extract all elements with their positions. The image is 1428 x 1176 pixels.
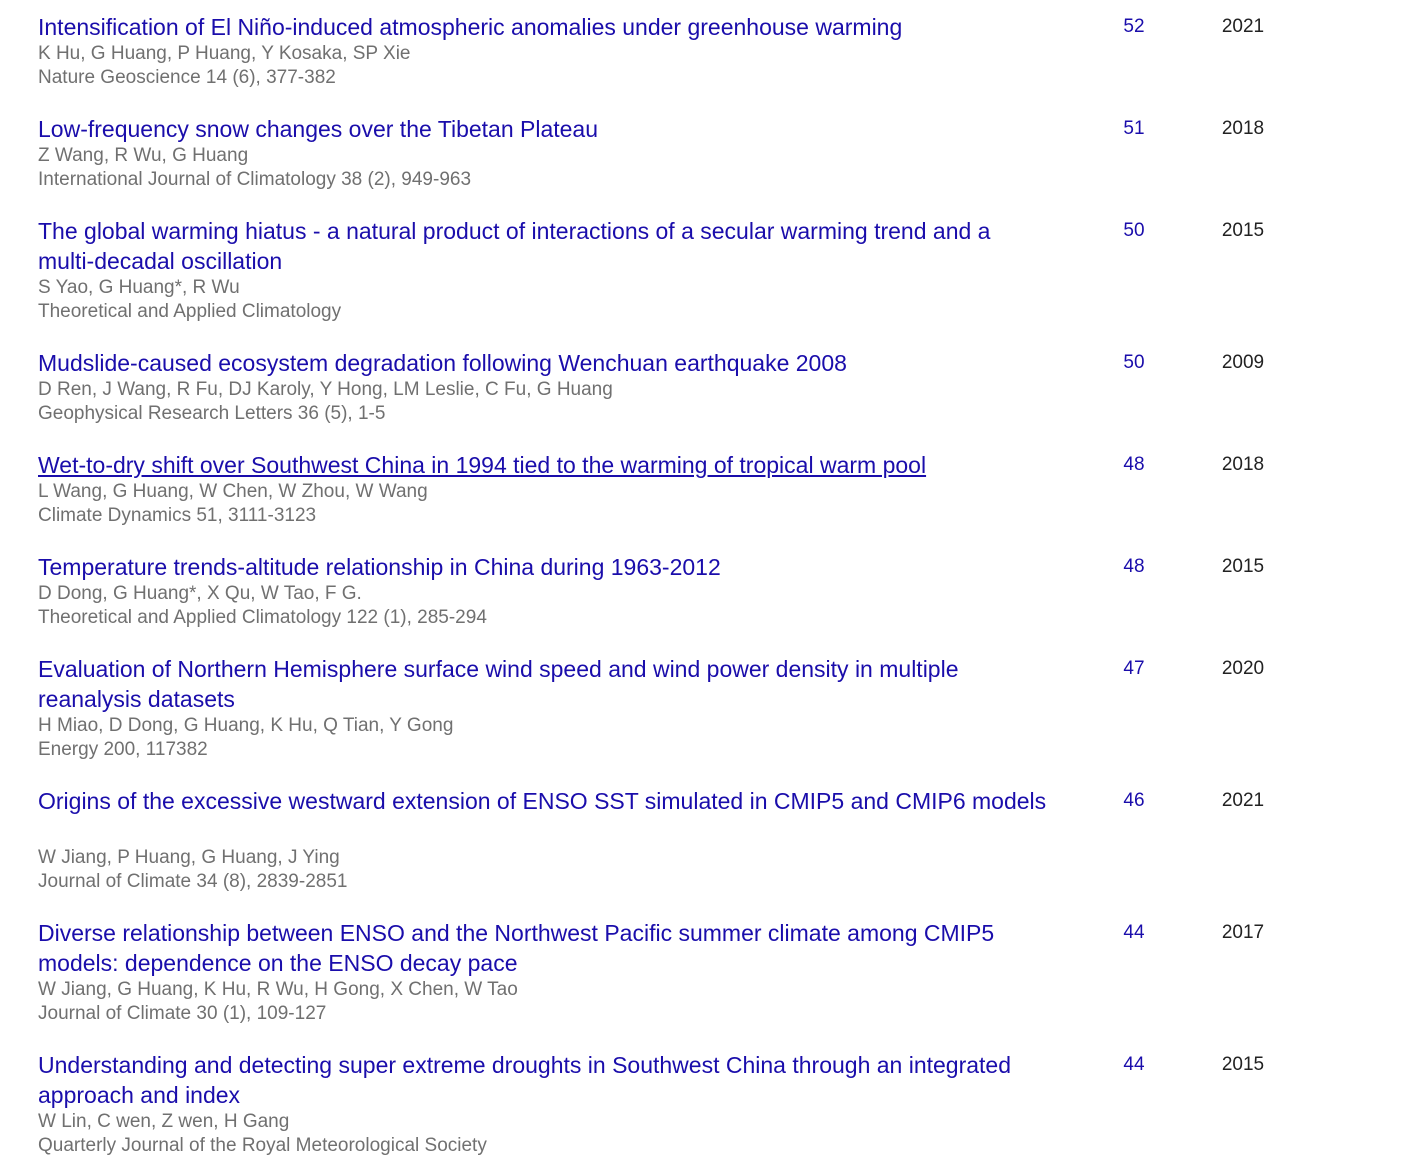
article-title-link[interactable]: Wet-to-dry shift over Southwest China in… [38,450,1048,480]
article-venue: Quarterly Journal of the Royal Meteorolo… [38,1135,487,1156]
article-year: 2015 [1221,1054,1265,1075]
article-year: 2018 [1221,454,1265,475]
article-year: 2015 [1221,220,1265,241]
article-venue: Theoretical and Applied Climatology 122 … [38,607,487,628]
article-venue: Theoretical and Applied Climatology [38,301,342,322]
article-authors: D Dong, G Huang*, X Qu, W Tao, F G. [38,583,362,604]
article-authors: H Miao, D Dong, G Huang, K Hu, Q Tian, Y… [38,715,454,736]
article-title-link[interactable]: The global warming hiatus - a natural pr… [38,216,1048,276]
article-venue: International Journal of Climatology 38 … [38,169,472,190]
publication-list: Intensification of El Niño-induced atmos… [0,0,1428,1176]
cited-by-count-link[interactable]: 48 [1100,552,1168,582]
cited-by-count-link[interactable]: 46 [1100,786,1168,816]
article-venue: Climate Dynamics 51, 3111-3123 [38,505,317,526]
cited-by-count-link[interactable]: 48 [1100,450,1168,480]
article-authors: Z Wang, R Wu, G Huang [38,145,249,166]
article-year: 2021 [1221,16,1265,37]
article-authors: K Hu, G Huang, P Huang, Y Kosaka, SP Xie [38,43,411,64]
article-year: 2018 [1221,118,1265,139]
article-title-link[interactable]: Temperature trends-altitude relationship… [38,552,1048,582]
article-authors: W Jiang, G Huang, K Hu, R Wu, H Gong, X … [38,979,518,1000]
cited-by-count-link[interactable]: 51 [1100,114,1168,144]
article-year: 2015 [1221,556,1265,577]
article-title-link[interactable]: Understanding and detecting super extrem… [38,1050,1048,1110]
article-venue: Journal of Climate 34 (8), 2839-2851 [38,871,348,892]
article-title-link[interactable]: Low-frequency snow changes over the Tibe… [38,114,1048,144]
article-authors: W Jiang, P Huang, G Huang, J Ying [38,847,340,868]
article-title-link[interactable]: Origins of the excessive westward extens… [38,786,1048,816]
cited-by-count-link[interactable]: 44 [1100,918,1168,948]
cited-by-count-link[interactable]: 44 [1100,1050,1168,1080]
cited-by-count-link[interactable]: 50 [1100,216,1168,246]
article-venue: Nature Geoscience 14 (6), 377-382 [38,67,336,88]
article-venue: Energy 200, 117382 [38,739,208,760]
article-authors: S Yao, G Huang*, R Wu [38,277,240,298]
cited-by-count-link[interactable]: 47 [1100,654,1168,684]
article-year: 2009 [1221,352,1265,373]
article-year: 2017 [1221,922,1265,943]
article-authors: L Wang, G Huang, W Chen, W Zhou, W Wang [38,481,428,502]
article-venue: Geophysical Research Letters 36 (5), 1-5 [38,403,386,424]
article-title-link[interactable]: Intensification of El Niño-induced atmos… [38,12,1048,42]
article-authors: W Lin, C wen, Z wen, H Gang [38,1111,290,1132]
cited-by-count-link[interactable]: 50 [1100,348,1168,378]
article-title-link[interactable]: Diverse relationship between ENSO and th… [38,918,1048,978]
cited-by-count-link[interactable]: 52 [1100,12,1168,42]
article-year: 2020 [1221,658,1265,679]
article-year: 2021 [1221,790,1265,811]
article-authors: D Ren, J Wang, R Fu, DJ Karoly, Y Hong, … [38,379,613,400]
article-venue: Journal of Climate 30 (1), 109-127 [38,1003,327,1024]
article-title-link[interactable]: Mudslide-caused ecosystem degradation fo… [38,348,1048,378]
article-title-link[interactable]: Evaluation of Northern Hemisphere surfac… [38,654,1048,714]
